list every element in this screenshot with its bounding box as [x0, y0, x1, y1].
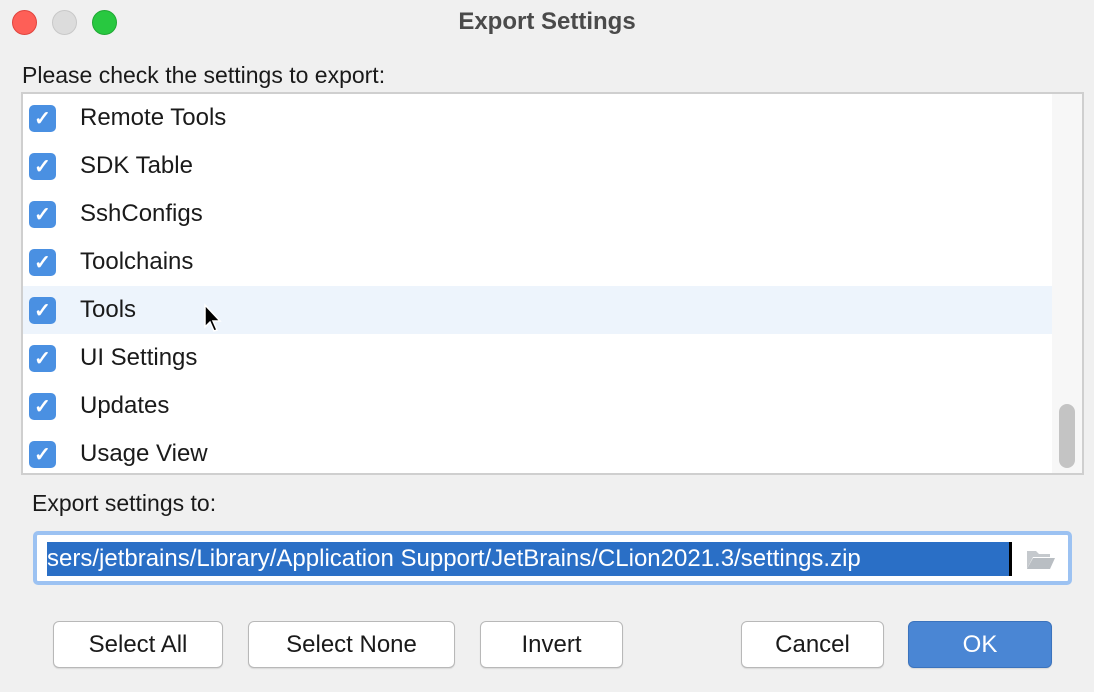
settings-list-item[interactable]: ✓ Usage View [23, 430, 1082, 475]
checkbox-checked-icon[interactable]: ✓ [29, 105, 56, 132]
settings-item-label: Toolchains [80, 248, 193, 276]
checkbox-checked-icon[interactable]: ✓ [29, 297, 56, 324]
folder-open-icon[interactable] [1026, 547, 1056, 571]
prompt-label: Please check the settings to export: [22, 62, 385, 89]
export-path-text[interactable]: sers/jetbrains/Library/Application Suppo… [47, 542, 1012, 576]
settings-item-label: Usage View [80, 440, 208, 468]
settings-item-label: SshConfigs [80, 200, 203, 228]
settings-item-label: UI Settings [80, 344, 197, 372]
mouse-cursor-icon [203, 303, 225, 335]
invert-button[interactable]: Invert [480, 621, 623, 668]
export-path-label: Export settings to: [32, 490, 216, 517]
scrollbar-thumb[interactable] [1059, 404, 1075, 468]
settings-list-item[interactable]: ✓ Toolchains [23, 238, 1082, 286]
settings-list-item[interactable]: ✓ Tools [23, 286, 1082, 334]
settings-list-item[interactable]: ✓ SshConfigs [23, 190, 1082, 238]
settings-list-item[interactable]: ✓ Updates [23, 382, 1082, 430]
cancel-button[interactable]: Cancel [741, 621, 884, 668]
select-all-button[interactable]: Select All [53, 621, 223, 668]
checkbox-checked-icon[interactable]: ✓ [29, 201, 56, 228]
settings-list: (function(){ const d=JSON.parse(document… [21, 92, 1084, 475]
checkbox-checked-icon[interactable]: ✓ [29, 393, 56, 420]
settings-item-label: Tools [80, 296, 136, 324]
checkbox-checked-icon[interactable]: ✓ [29, 345, 56, 372]
settings-list-item[interactable]: ✓ UI Settings [23, 334, 1082, 382]
settings-item-label: Remote Tools [80, 104, 226, 132]
settings-list-item[interactable]: ✓ Remote Tools [23, 94, 1082, 142]
window-title: Export Settings [0, 8, 1094, 36]
checkbox-checked-icon[interactable]: ✓ [29, 441, 56, 468]
export-path-input[interactable]: sers/jetbrains/Library/Application Suppo… [33, 531, 1072, 585]
ok-button[interactable]: OK [908, 621, 1052, 668]
settings-item-label: Updates [80, 392, 169, 420]
settings-list-item[interactable]: ✓ SDK Table [23, 142, 1082, 190]
checkbox-checked-icon[interactable]: ✓ [29, 153, 56, 180]
select-none-button[interactable]: Select None [248, 621, 455, 668]
settings-item-label: SDK Table [80, 152, 193, 180]
checkbox-checked-icon[interactable]: ✓ [29, 249, 56, 276]
scrollbar-track[interactable] [1052, 94, 1082, 473]
